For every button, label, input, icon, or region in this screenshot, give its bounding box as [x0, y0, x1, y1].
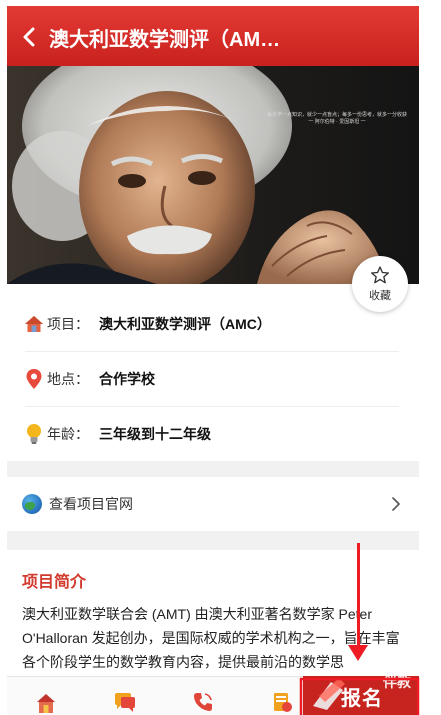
tab-consult[interactable]: [85, 677, 163, 715]
signup-button[interactable]: 伴教 报名: [303, 676, 419, 715]
project-info: 项目： 澳大利亚数学测评（AMC） 地点： 合作学校 年龄： 三年级到十二年级: [7, 296, 419, 461]
annotation-arrow-shaft: [357, 543, 360, 649]
house-icon: [23, 313, 45, 335]
document-icon: [273, 693, 292, 712]
star-icon: [371, 266, 389, 284]
location-pin-icon: [23, 368, 45, 390]
info-value: 三年级到十二年级: [99, 425, 211, 442]
phone-icon: [194, 693, 213, 711]
info-label: 项目：: [47, 315, 89, 332]
chevron-left-icon: [23, 27, 35, 47]
signup-label: 报名: [341, 688, 383, 710]
annotation-arrow-head: [348, 645, 368, 661]
home-icon: [37, 694, 56, 713]
info-value: 合作学校: [99, 370, 155, 387]
app-header: 澳大利亚数学测评（AMC）: [7, 6, 419, 68]
lightbulb-icon: [23, 423, 45, 445]
chevron-right-icon: [392, 497, 400, 511]
hero-image: 每多学一点知识，就少一点盲点；每多一份思考，就多一分收获 一 阿尔伯特 · 爱因…: [7, 66, 419, 284]
tab-phone[interactable]: [164, 677, 242, 715]
intro-text: 澳大利亚数学联合会 (AMT) 由澳大利亚著名数学家 Peter O'Hallo…: [22, 606, 400, 670]
quote-author: 一 阿尔伯特 · 爱因斯坦 一: [308, 119, 366, 125]
info-row-location: 地点： 合作学校: [7, 351, 419, 406]
info-label: 年龄：: [47, 425, 89, 442]
section-divider: [7, 461, 419, 477]
official-website-label: 查看项目官网: [49, 496, 133, 512]
portrait-illustration: [7, 66, 387, 284]
info-row-age: 年龄： 三年级到十二年级: [7, 406, 419, 461]
intro-title: 项目简介: [22, 574, 87, 591]
quote-line: 每多学一点知识，就少一点盲点；每多一份思考，就多一分收获: [266, 112, 407, 118]
official-website-link[interactable]: 查看项目官网: [7, 477, 419, 531]
info-label: 地点：: [47, 370, 89, 387]
chat-icon: [114, 693, 135, 712]
info-row-project: 项目： 澳大利亚数学测评（AMC）: [7, 296, 419, 351]
hero-quote: 每多学一点知识，就少一点盲点；每多一份思考，就多一分收获 一 阿尔伯特 · 爱因…: [262, 112, 412, 126]
back-button[interactable]: [9, 6, 49, 68]
globe-icon: [22, 494, 42, 514]
signup-badge: 伴教: [383, 676, 411, 690]
page-title: 澳大利亚数学测评（AMC）: [49, 28, 289, 51]
tab-home[interactable]: [7, 677, 85, 715]
info-value: 澳大利亚数学测评（AMC）: [99, 315, 271, 332]
